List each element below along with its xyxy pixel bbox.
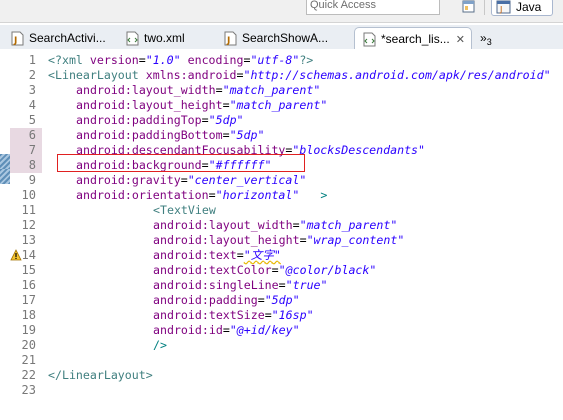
code-text: android:textSize="16sp"	[153, 308, 314, 322]
tab-label: SearchActivi...	[29, 31, 106, 45]
line-number: 14	[21, 248, 36, 262]
code-text: <?xml version="1.0" encoding="utf-8"?>	[48, 53, 314, 67]
code-line: 19 android:id="@+id/key"	[0, 323, 563, 338]
perspective-label: Java	[516, 0, 542, 14]
svg-text:J: J	[499, 5, 502, 14]
code-text: android:padding="5dp"	[153, 293, 300, 307]
code-text: android:singleLine="true"	[153, 278, 328, 292]
xml-file-icon	[363, 32, 376, 47]
code-line: 23	[0, 383, 563, 398]
tab-label: two.xml	[144, 31, 185, 45]
code-text: android:layout_height="wrap_content"	[153, 233, 405, 247]
line-number: 3	[28, 83, 36, 97]
code-line: 15 android:textColor="@color/black"	[0, 263, 563, 278]
code-text: android:layout_width="match_parent"	[153, 218, 398, 232]
svg-text:J: J	[13, 36, 17, 46]
line-number: 6	[10, 128, 42, 143]
code-line: 9 android:gravity="center_vertical"	[0, 173, 563, 188]
line-number: 17	[21, 293, 36, 307]
tab-search-list-xml[interactable]: *search_lis... ✕	[354, 27, 472, 49]
code-text: android:id="@+id/key"	[153, 323, 300, 337]
code-text: android:layout_height="match_parent"	[76, 98, 328, 112]
tab-label: SearchShowA...	[242, 31, 329, 45]
code-line: 20 />	[0, 338, 563, 353]
xml-source-editor[interactable]: 1 <?xml version="1.0" encoding="utf-8"?>…	[0, 49, 563, 420]
code-line: 11 <TextView	[0, 203, 563, 218]
line-number: 15	[21, 263, 36, 277]
line-number: 16	[21, 278, 36, 292]
overflow-count: 3	[486, 37, 492, 47]
line-number: 7	[10, 143, 42, 158]
line-number: 20	[21, 338, 36, 352]
perspective-java-button[interactable]: J Java	[491, 0, 553, 16]
code-text: <LinearLayout xmlns:android="http://sche…	[48, 68, 551, 82]
code-text: android:text="文字"	[153, 248, 281, 262]
open-perspective-icon[interactable]	[461, 0, 477, 15]
code-line: 18 android:textSize="16sp"	[0, 308, 563, 323]
code-text: />	[153, 338, 167, 352]
line-number: 9	[28, 173, 36, 187]
toolbar-separator	[484, 0, 485, 15]
code-line: 10 android:orientation="horizontal" >	[0, 188, 563, 203]
tab-overflow-button[interactable]: »3	[480, 31, 492, 47]
line-number: 1	[28, 53, 36, 67]
line-number: 23	[21, 383, 36, 397]
line-number: 10	[21, 188, 36, 202]
code-text: android:orientation="horizontal" >	[76, 188, 328, 202]
code-text: android:gravity="center_vertical"	[76, 173, 307, 187]
xml-file-icon	[126, 31, 139, 46]
highlight-box	[57, 154, 305, 172]
line-number: 12	[21, 218, 36, 232]
line-number: 22	[21, 368, 36, 382]
code-text: android:textColor="@color/black"	[153, 263, 377, 277]
code-text: <TextView	[153, 203, 216, 217]
line-number: 13	[21, 233, 36, 247]
code-line: 3 android:layout_width="match_parent"	[0, 83, 563, 98]
java-file-icon: J	[11, 31, 24, 46]
line-number: 2	[28, 68, 36, 82]
line-number: 21	[21, 353, 36, 367]
code-line: 2 <LinearLayout xmlns:android="http://sc…	[0, 68, 563, 83]
quick-access-field[interactable]: Quick Access	[306, 0, 440, 15]
close-icon[interactable]: ✕	[456, 33, 465, 46]
tab-search-activity[interactable]: J SearchActivi...	[3, 27, 115, 49]
line-number: 18	[21, 308, 36, 322]
java-perspective-icon: J	[496, 0, 511, 14]
line-number: 19	[21, 323, 36, 337]
line-number: 4	[28, 98, 36, 112]
svg-text:J: J	[226, 36, 230, 46]
chevron-right-icon: »	[480, 31, 487, 45]
code-line: 5 android:paddingTop="5dp"	[0, 113, 563, 128]
code-text: android:paddingTop="5dp"	[76, 113, 244, 127]
tab-search-show-activity[interactable]: J SearchShowA...	[216, 27, 346, 49]
code-text: </LinearLayout>	[48, 368, 153, 382]
code-line: 13 android:layout_height="wrap_content"	[0, 233, 563, 248]
code-line: 16 android:singleLine="true"	[0, 278, 563, 293]
code-line: 6 android:paddingBottom="5dp"	[0, 128, 563, 143]
code-line: 17 android:padding="5dp"	[0, 293, 563, 308]
java-file-icon: J	[224, 31, 237, 46]
tab-label: *search_lis...	[381, 32, 450, 46]
tab-two-xml[interactable]: two.xml	[118, 27, 213, 49]
main-toolbar: Quick Access J Java	[0, 0, 563, 23]
code-line: 1 <?xml version="1.0" encoding="utf-8"?>	[0, 53, 563, 68]
line-number: 5	[28, 113, 36, 127]
code-line: 12 android:layout_width="match_parent"	[0, 218, 563, 233]
editor-tab-bar: J SearchActivi... two.xml J SearchShowA.…	[0, 25, 563, 49]
code-text: android:layout_width="match_parent"	[76, 83, 321, 97]
line-number: 8	[10, 158, 42, 173]
line-number: 11	[21, 203, 36, 217]
code-text: android:paddingBottom="5dp"	[76, 128, 265, 142]
code-line: 21	[0, 353, 563, 368]
code-line: 22 </LinearLayout>	[0, 368, 563, 383]
code-line: 14 android:text="文字"	[0, 248, 563, 263]
code-line: 4 android:layout_height="match_parent"	[0, 98, 563, 113]
